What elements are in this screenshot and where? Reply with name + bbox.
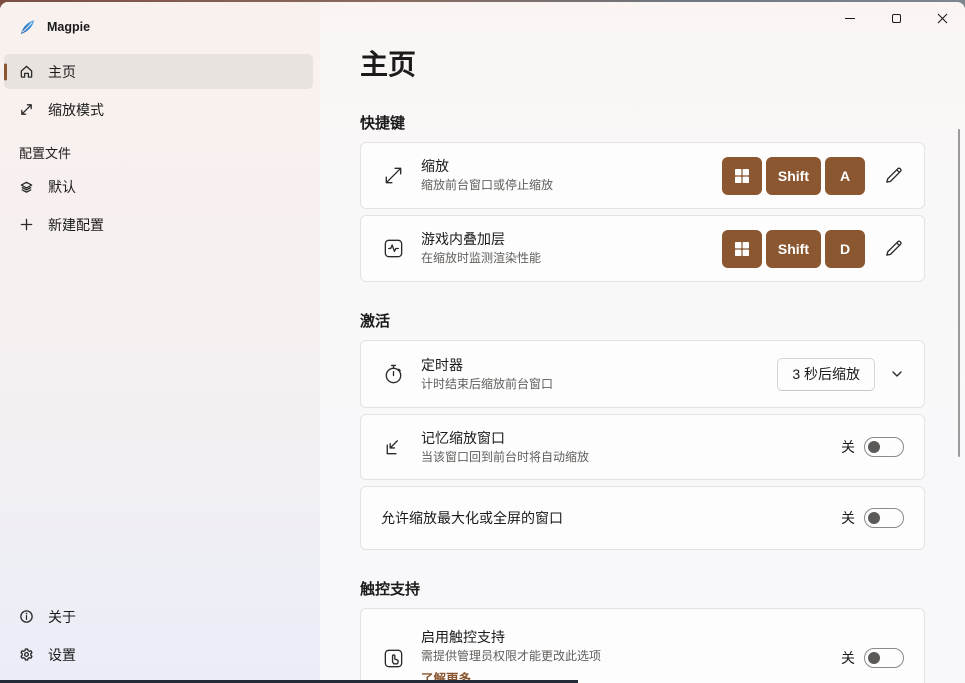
window-controls: [827, 2, 965, 35]
resize-icon: [381, 164, 405, 188]
sidebar-item-scaling-modes[interactable]: 缩放模式: [4, 92, 313, 127]
letter-key: A: [825, 156, 865, 195]
resize-icon: [18, 102, 34, 118]
windows-key: [721, 156, 762, 195]
remember-window-card: 记忆缩放窗口 当该窗口回到前台时将自动缩放 关: [360, 414, 925, 480]
setting-title: 定时器: [421, 356, 463, 373]
stopwatch-icon: [381, 362, 405, 386]
toggle-state-label: 关: [841, 650, 855, 666]
home-icon: [18, 64, 34, 80]
touch-support-toggle[interactable]: [864, 648, 904, 668]
shift-key: Shift: [765, 229, 821, 268]
maximize-icon: [891, 14, 901, 23]
setting-subtitle: 缩放前台窗口或停止缩放: [421, 178, 554, 192]
app-window: Magpie 主页 缩放模式 配置文件 默认 新建配置 关于 设置 主页 快捷键…: [0, 2, 965, 683]
setting-title: 启用触控支持: [421, 629, 505, 645]
shift-key: Shift: [765, 156, 821, 195]
minimize-button[interactable]: [827, 2, 873, 35]
sidebar-item-new-profile[interactable]: 新建配置: [4, 207, 313, 242]
setting-subtitle: 在缩放时监测渲染性能: [421, 251, 542, 265]
magpie-feather-logo-icon: [19, 19, 47, 36]
letter-key: D: [825, 229, 865, 268]
edit-hotkey-button[interactable]: [882, 165, 904, 187]
sidebar-nav: 主页 缩放模式: [0, 54, 320, 127]
toggle-knob: [868, 441, 880, 453]
sidebar-footer: 关于 设置: [0, 596, 320, 675]
pencil-icon: [884, 166, 903, 185]
window-arrow-icon: [381, 435, 405, 459]
sidebar-item-home[interactable]: 主页: [4, 54, 313, 89]
toggle-knob: [868, 512, 880, 524]
toggle-state-label: 关: [841, 439, 855, 455]
toggle-state-label: 关: [841, 510, 855, 526]
sidebar-item-label: 缩放模式: [48, 101, 104, 118]
section-header-touch: 触控支持: [360, 581, 421, 598]
setting-title: 游戏内叠加层: [421, 231, 505, 247]
remember-window-toggle[interactable]: [864, 437, 904, 457]
pencil-icon: [884, 239, 903, 258]
gear-icon: [18, 647, 34, 663]
close-button[interactable]: [919, 2, 965, 35]
edit-hotkey-button[interactable]: [882, 238, 904, 260]
timer-delay-dropdown[interactable]: 3 秒后缩放: [777, 357, 875, 391]
shortcut-card-overlay: 游戏内叠加层 在缩放时监测渲染性能 Shift D: [360, 215, 925, 282]
section-header-activation: 激活: [360, 313, 391, 330]
sidebar: Magpie 主页 缩放模式 配置文件 默认 新建配置 关于 设置: [0, 2, 320, 683]
setting-subtitle: 计时结束后缩放前台窗口: [421, 376, 554, 391]
sidebar-item-label: 默认: [48, 178, 76, 195]
sidebar-item-label: 新建配置: [48, 216, 104, 233]
profiles-section-label: 配置文件: [19, 146, 72, 161]
sidebar-item-label: 主页: [48, 63, 76, 80]
sidebar-item-about[interactable]: 关于: [4, 599, 313, 634]
setting-title: 记忆缩放窗口: [421, 429, 505, 446]
plus-icon: [18, 217, 34, 233]
windows-key: [721, 229, 762, 268]
sidebar-item-default-profile[interactable]: 默认: [4, 169, 313, 204]
sidebar-item-settings[interactable]: 设置: [4, 637, 313, 672]
minimize-icon: [845, 18, 855, 19]
toggle-knob: [868, 652, 880, 664]
touch-icon: [381, 646, 405, 670]
hotkey-display: Shift D: [721, 229, 865, 268]
app-title: Magpie: [47, 20, 91, 34]
touch-support-card: 启用触控支持 需提供管理员权限才能更改此选项 了解更多 关: [360, 608, 925, 683]
close-icon: [937, 13, 948, 24]
profiles-nav: 默认 新建配置: [0, 169, 320, 242]
setting-title: 允许缩放最大化或全屏的窗口: [381, 509, 563, 526]
shortcut-card-scale: 缩放 缩放前台窗口或停止缩放 Shift A: [360, 142, 925, 209]
setting-subtitle: 需提供管理员权限才能更改此选项: [421, 649, 602, 663]
maximize-button[interactable]: [873, 2, 919, 35]
info-icon: [18, 609, 34, 625]
layers-icon: [18, 179, 34, 195]
chevron-down-icon: [891, 368, 903, 380]
timer-card: 定时器 计时结束后缩放前台窗口 3 秒后缩放: [360, 340, 925, 408]
vertical-scrollbar[interactable]: [958, 129, 960, 457]
windows-logo-icon: [734, 241, 749, 256]
app-logo-row: Magpie: [0, 7, 320, 47]
windows-logo-icon: [734, 168, 749, 183]
sidebar-item-label: 关于: [48, 608, 76, 625]
sidebar-item-label: 设置: [48, 646, 76, 663]
pulse-icon: [381, 237, 405, 261]
hotkey-display: Shift A: [721, 156, 865, 195]
expander-toggle[interactable]: [890, 367, 904, 381]
page-title: 主页: [360, 49, 417, 80]
setting-subtitle: 当该窗口回到前台时将自动缩放: [421, 449, 590, 464]
setting-title: 缩放: [421, 158, 449, 174]
allow-fullscreen-toggle[interactable]: [864, 508, 904, 528]
main-content: 主页 快捷键 缩放 缩放前台窗口或停止缩放 Shift A 游戏内叠加层 在缩放…: [320, 2, 965, 683]
section-header-shortcuts: 快捷键: [360, 115, 406, 132]
allow-fullscreen-card: 允许缩放最大化或全屏的窗口 关: [360, 486, 925, 550]
